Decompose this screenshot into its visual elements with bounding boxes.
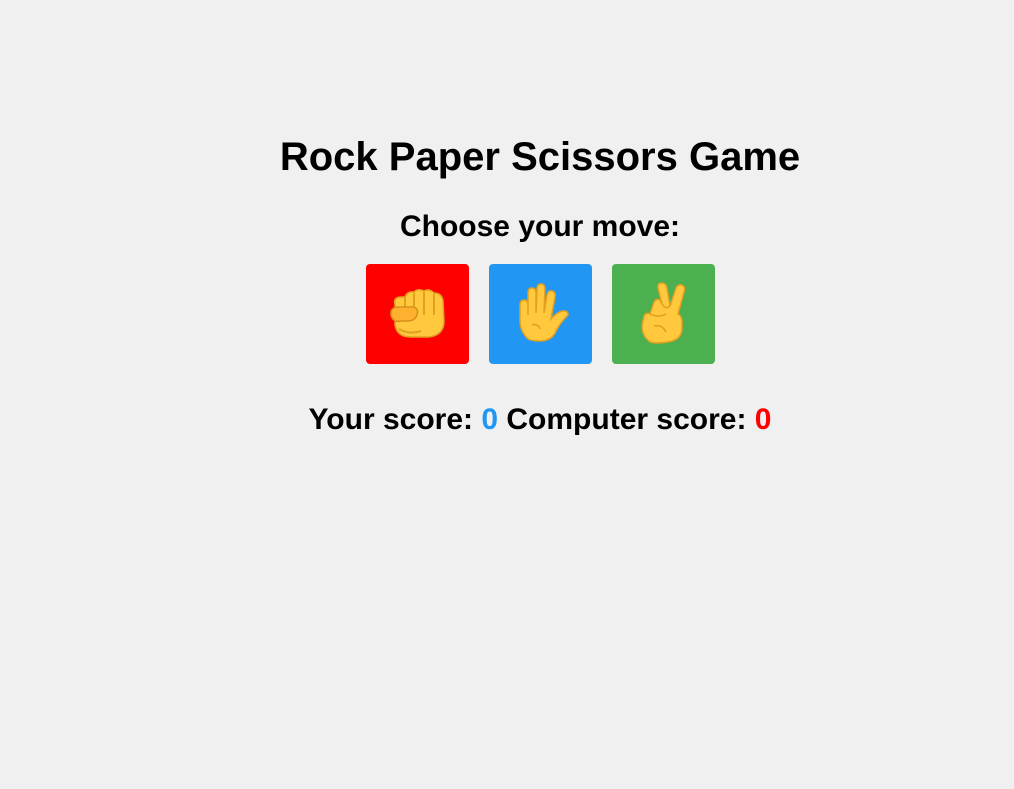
- open-hand-icon: [518, 283, 569, 342]
- computer-score-value: 0: [754, 403, 772, 436]
- game-page: Rock Paper Scissors Game Choose your mov…: [0, 0, 1014, 789]
- victory-hand-icon: [640, 282, 685, 344]
- scissors-button[interactable]: [612, 264, 715, 364]
- page-title: Rock Paper Scissors Game: [279, 135, 801, 179]
- user-score-label: Your score:: [308, 403, 474, 436]
- fist-icon: [389, 288, 445, 338]
- paper-button[interactable]: [489, 264, 592, 364]
- rock-button[interactable]: [366, 264, 469, 364]
- move-buttons: [366, 264, 715, 364]
- scoreboard: Your score: 0 Computer score: 0: [0, 400, 1014, 440]
- computer-score-label: Computer score:: [506, 403, 747, 436]
- move-prompt: Choose your move:: [399, 210, 681, 243]
- user-score-value: 0: [481, 403, 499, 436]
